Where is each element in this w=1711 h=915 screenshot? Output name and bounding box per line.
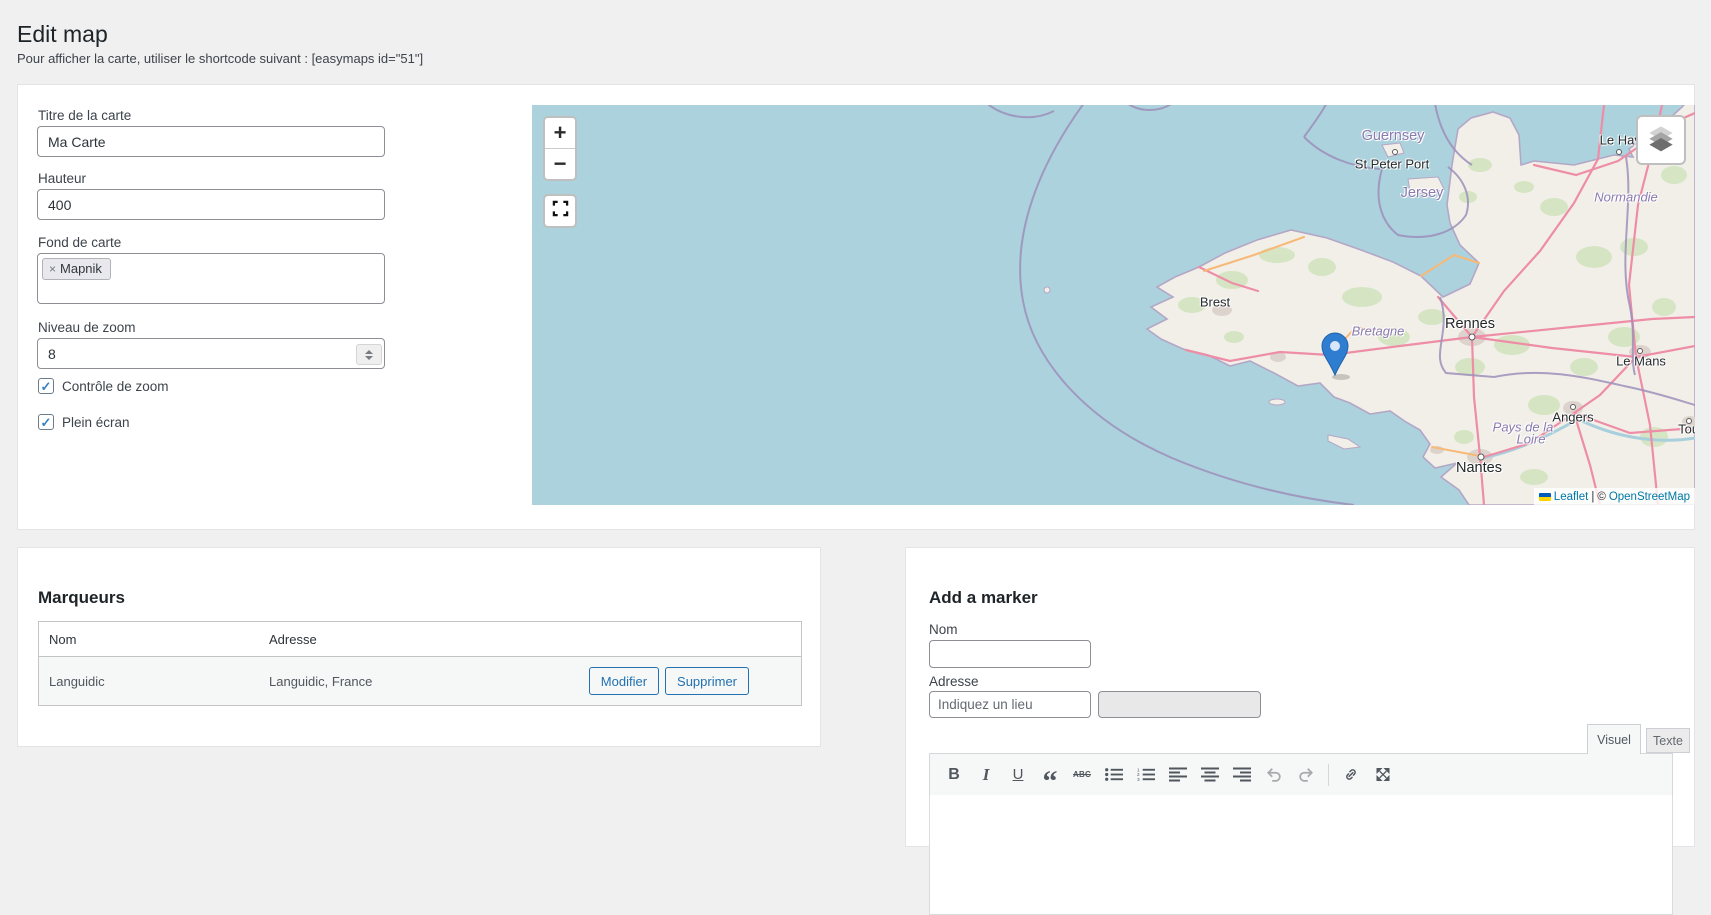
bulleted-list-button[interactable] [1100, 761, 1128, 789]
editor-content-area[interactable] [929, 795, 1673, 915]
map-attribution: Leaflet | © OpenStreetMap [1534, 488, 1695, 505]
marker-address-cell: Languidic, France [269, 674, 589, 689]
basemap-label: Fond de carte [38, 235, 121, 250]
markers-table-header: Nom Adresse [39, 622, 801, 657]
italic-button[interactable]: I [972, 761, 1000, 789]
zoom-control-checkbox[interactable]: ✓ [38, 378, 54, 394]
marker-name-label: Nom [929, 622, 958, 637]
map-city-dot [1478, 454, 1485, 461]
fullscreen-icon [1374, 767, 1392, 782]
fullscreen-checkbox[interactable]: ✓ [38, 414, 54, 430]
column-address: Adresse [269, 632, 801, 647]
link-button[interactable] [1337, 761, 1365, 789]
attribution-copyright: © [1597, 491, 1605, 503]
editor-toolbar: B I U “ ABC 123 [929, 753, 1673, 796]
map-tiles [532, 105, 1695, 505]
undo-button[interactable] [1260, 761, 1288, 789]
add-marker-heading: Add a marker [929, 588, 1038, 608]
marker-address-result-input [1098, 691, 1261, 718]
fullscreen-button[interactable] [1369, 761, 1397, 789]
shortcode-hint: Pour afficher la carte, utiliser le shor… [17, 51, 423, 66]
align-right-button[interactable] [1228, 761, 1256, 789]
edit-marker-button[interactable]: Modifier [589, 667, 659, 695]
underline-button[interactable]: U [1004, 761, 1032, 789]
map-city-dot [1469, 334, 1476, 341]
map-city-dot [1616, 149, 1622, 155]
underline-icon: U [1013, 767, 1024, 782]
italic-icon: I [983, 766, 990, 783]
fullscreen-checkbox-label: Plein écran [62, 415, 130, 430]
blockquote-button[interactable]: “ [1036, 761, 1064, 789]
ukraine-flag-icon [1539, 493, 1551, 501]
bold-icon: B [948, 767, 960, 783]
align-left-icon [1169, 767, 1187, 782]
numbered-list-button[interactable]: 123 [1132, 761, 1160, 789]
markers-table: Nom Adresse Languidic Languidic, France … [38, 621, 802, 706]
map-title-input[interactable] [37, 126, 385, 157]
redo-icon [1297, 767, 1315, 782]
zoom-control-checkbox-label: Contrôle de zoom [62, 379, 169, 394]
delete-marker-button[interactable]: Supprimer [665, 667, 749, 695]
number-stepper[interactable] [356, 344, 382, 365]
basemap-tag: × Mapnik [42, 258, 111, 280]
fullscreen-icon [552, 200, 569, 222]
align-right-icon [1233, 767, 1251, 782]
marker-address-input[interactable] [929, 691, 1091, 718]
strikethrough-icon: ABC [1073, 771, 1091, 779]
blockquote-icon: “ [1043, 779, 1058, 785]
map-city-dot [1686, 418, 1692, 424]
tab-visual[interactable]: Visuel [1587, 724, 1641, 754]
marker-name-cell: Languidic [39, 674, 269, 689]
add-marker-panel: Add a marker Nom Adresse Visuel Texte B I… [905, 547, 1695, 847]
leaflet-map[interactable]: GuernseySt Peter PortJerseyNormandieLe H… [532, 105, 1695, 505]
layers-icon [1646, 123, 1676, 158]
basemap-multiselect[interactable]: × Mapnik [37, 253, 385, 304]
openstreetmap-link[interactable]: OpenStreetMap [1609, 491, 1690, 503]
map-city-dot [1637, 348, 1643, 354]
basemap-tag-label: Mapnik [60, 261, 102, 276]
link-icon [1342, 767, 1360, 782]
column-name: Nom [39, 632, 269, 647]
map-city-dot [1392, 149, 1398, 155]
numbered-list-icon: 123 [1137, 767, 1155, 782]
map-layers-button[interactable] [1636, 115, 1686, 165]
zoom-out-button[interactable]: − [545, 149, 575, 179]
map-title-label: Titre de la carte [38, 108, 131, 123]
map-city-dot [1570, 404, 1576, 410]
marker-address-label: Adresse [929, 674, 979, 689]
zoom-level-label: Niveau de zoom [38, 320, 136, 335]
markers-panel: Marqueurs Nom Adresse Languidic Languidi… [17, 547, 821, 747]
undo-icon [1265, 767, 1283, 782]
align-center-icon [1201, 767, 1219, 782]
bulleted-list-icon [1105, 767, 1123, 782]
remove-tag-icon[interactable]: × [49, 262, 56, 276]
marker-name-input[interactable] [929, 640, 1091, 668]
redo-button[interactable] [1292, 761, 1320, 789]
map-settings-panel: Titre de la carte Hauteur Fond de carte … [17, 84, 1695, 530]
zoom-in-button[interactable]: + [545, 118, 575, 149]
marker-table-row: Languidic Languidic, France Modifier Sup… [39, 657, 801, 705]
page-title: Edit map [17, 21, 108, 48]
strikethrough-button[interactable]: ABC [1068, 761, 1096, 789]
map-fullscreen-button[interactable] [543, 194, 577, 228]
align-left-button[interactable] [1164, 761, 1192, 789]
align-center-button[interactable] [1196, 761, 1224, 789]
height-input[interactable] [37, 189, 385, 220]
toolbar-separator [1328, 764, 1329, 786]
attribution-divider: | [1591, 491, 1594, 503]
tab-text[interactable]: Texte [1646, 728, 1690, 753]
svg-text:3: 3 [1137, 777, 1140, 782]
zoom-level-input[interactable] [37, 338, 385, 369]
bold-button[interactable]: B [940, 761, 968, 789]
markers-heading: Marqueurs [38, 588, 125, 608]
leaflet-link[interactable]: Leaflet [1554, 491, 1589, 503]
map-zoom-control: + − [543, 116, 577, 181]
height-label: Hauteur [38, 171, 86, 186]
